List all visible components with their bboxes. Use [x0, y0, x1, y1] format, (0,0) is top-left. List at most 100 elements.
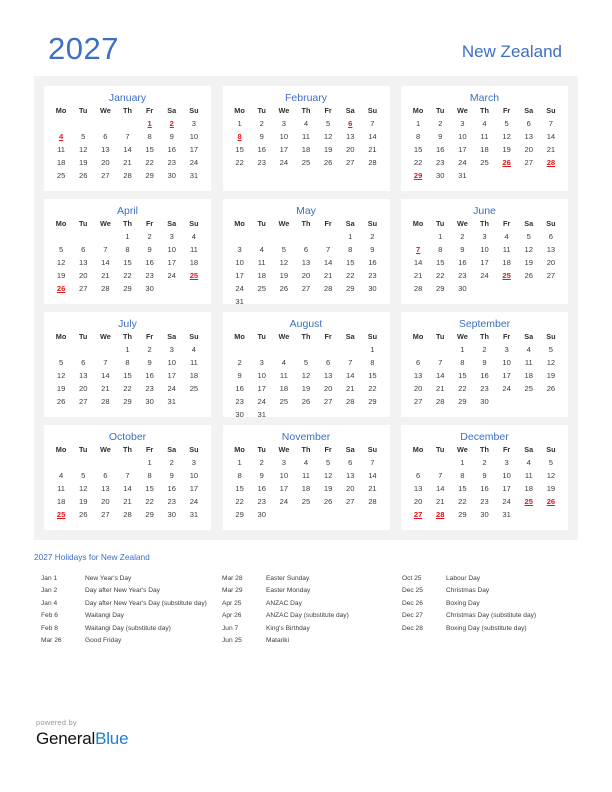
day-cell[interactable]: 18 — [496, 256, 518, 269]
day-cell[interactable]: 14 — [116, 143, 138, 156]
day-cell[interactable]: 16 — [473, 482, 495, 495]
day-cell[interactable]: 6 — [94, 130, 116, 143]
day-cell[interactable]: 16 — [229, 382, 251, 395]
day-cell[interactable]: 15 — [451, 482, 473, 495]
day-cell[interactable]: 15 — [116, 369, 138, 382]
day-cell[interactable]: 25 — [473, 156, 495, 169]
day-cell[interactable]: 31 — [183, 169, 205, 182]
day-cell[interactable]: 30 — [473, 508, 495, 521]
day-cell[interactable]: 25 — [50, 169, 72, 182]
day-cell[interactable]: 10 — [473, 243, 495, 256]
day-cell[interactable]: 27 — [72, 282, 94, 295]
day-cell[interactable]: 8 — [451, 469, 473, 482]
day-cell[interactable]: 3 — [251, 356, 273, 369]
day-cell[interactable]: 31 — [451, 169, 473, 182]
day-cell[interactable]: 20 — [295, 269, 317, 282]
day-cell[interactable]: 18 — [518, 482, 540, 495]
day-cell[interactable]: 19 — [72, 156, 94, 169]
day-cell[interactable]: 6 — [295, 243, 317, 256]
day-cell[interactable]: 21 — [540, 143, 562, 156]
day-cell[interactable]: 24 — [473, 269, 495, 282]
day-cell[interactable]: 25 — [183, 382, 205, 395]
day-cell[interactable]: 27 — [317, 395, 339, 408]
day-cell[interactable]: 23 — [161, 156, 183, 169]
day-cell[interactable]: 3 — [229, 243, 251, 256]
day-cell[interactable]: 1 — [407, 117, 429, 130]
day-cell[interactable]: 30 — [139, 395, 161, 408]
day-cell[interactable]: 4 — [295, 456, 317, 469]
day-cell[interactable]: 9 — [139, 243, 161, 256]
day-cell[interactable]: 6 — [407, 356, 429, 369]
day-cell[interactable]: 2 — [473, 456, 495, 469]
day-cell[interactable]: 7 — [94, 243, 116, 256]
day-cell[interactable]: 11 — [496, 243, 518, 256]
day-cell[interactable]: 5 — [50, 356, 72, 369]
day-cell[interactable]: 20 — [94, 495, 116, 508]
day-cell[interactable]: 3 — [161, 230, 183, 243]
day-cell[interactable]: 7 — [429, 469, 451, 482]
day-cell[interactable]: 17 — [473, 256, 495, 269]
day-cell[interactable]: 31 — [161, 395, 183, 408]
day-cell[interactable]: 24 — [183, 495, 205, 508]
day-cell[interactable]: 5 — [295, 356, 317, 369]
day-cell[interactable]: 3 — [183, 456, 205, 469]
day-cell[interactable]: 19 — [496, 143, 518, 156]
day-cell[interactable]: 9 — [361, 243, 383, 256]
day-cell[interactable]: 2 — [251, 117, 273, 130]
day-cell[interactable]: 23 — [251, 495, 273, 508]
day-cell[interactable]: 1 — [339, 230, 361, 243]
day-cell[interactable]: 29 — [139, 508, 161, 521]
day-cell[interactable]: 27 — [407, 395, 429, 408]
day-cell[interactable]: 22 — [451, 382, 473, 395]
day-cell[interactable]: 15 — [451, 369, 473, 382]
day-cell[interactable]: 21 — [407, 269, 429, 282]
day-cell[interactable]: 18 — [183, 369, 205, 382]
day-cell[interactable]: 3 — [161, 343, 183, 356]
day-cell[interactable]: 2 — [429, 117, 451, 130]
day-cell[interactable]: 5 — [317, 117, 339, 130]
day-cell[interactable]: 13 — [339, 130, 361, 143]
day-cell[interactable]: 4 — [295, 117, 317, 130]
day-cell-holiday[interactable]: 29 — [407, 169, 429, 182]
day-cell[interactable]: 25 — [273, 395, 295, 408]
day-cell[interactable]: 20 — [339, 143, 361, 156]
day-cell[interactable]: 17 — [273, 482, 295, 495]
day-cell[interactable]: 7 — [540, 117, 562, 130]
day-cell[interactable]: 9 — [229, 369, 251, 382]
day-cell[interactable]: 1 — [229, 456, 251, 469]
day-cell[interactable]: 14 — [116, 482, 138, 495]
day-cell[interactable]: 17 — [496, 369, 518, 382]
day-cell[interactable]: 12 — [518, 243, 540, 256]
day-cell[interactable]: 10 — [451, 130, 473, 143]
day-cell[interactable]: 18 — [295, 143, 317, 156]
day-cell[interactable]: 31 — [229, 295, 251, 308]
day-cell[interactable]: 17 — [161, 256, 183, 269]
day-cell[interactable]: 7 — [116, 130, 138, 143]
day-cell[interactable]: 21 — [339, 382, 361, 395]
day-cell[interactable]: 28 — [407, 282, 429, 295]
day-cell[interactable]: 12 — [50, 256, 72, 269]
day-cell[interactable]: 10 — [251, 369, 273, 382]
day-cell[interactable]: 2 — [361, 230, 383, 243]
day-cell[interactable]: 4 — [183, 230, 205, 243]
day-cell[interactable]: 10 — [183, 469, 205, 482]
day-cell[interactable]: 20 — [407, 495, 429, 508]
day-cell[interactable]: 22 — [139, 495, 161, 508]
day-cell[interactable]: 14 — [94, 369, 116, 382]
day-cell[interactable]: 1 — [361, 343, 383, 356]
day-cell[interactable]: 13 — [72, 256, 94, 269]
day-cell[interactable]: 16 — [473, 369, 495, 382]
day-cell[interactable]: 27 — [339, 156, 361, 169]
day-cell[interactable]: 29 — [229, 508, 251, 521]
day-cell[interactable]: 31 — [183, 508, 205, 521]
day-cell[interactable]: 18 — [50, 156, 72, 169]
day-cell[interactable]: 24 — [183, 156, 205, 169]
day-cell[interactable]: 30 — [251, 508, 273, 521]
day-cell[interactable]: 5 — [72, 469, 94, 482]
day-cell[interactable]: 11 — [183, 243, 205, 256]
day-cell[interactable]: 19 — [50, 382, 72, 395]
day-cell[interactable]: 28 — [94, 395, 116, 408]
day-cell[interactable]: 20 — [540, 256, 562, 269]
day-cell[interactable]: 9 — [251, 469, 273, 482]
day-cell[interactable]: 7 — [361, 117, 383, 130]
